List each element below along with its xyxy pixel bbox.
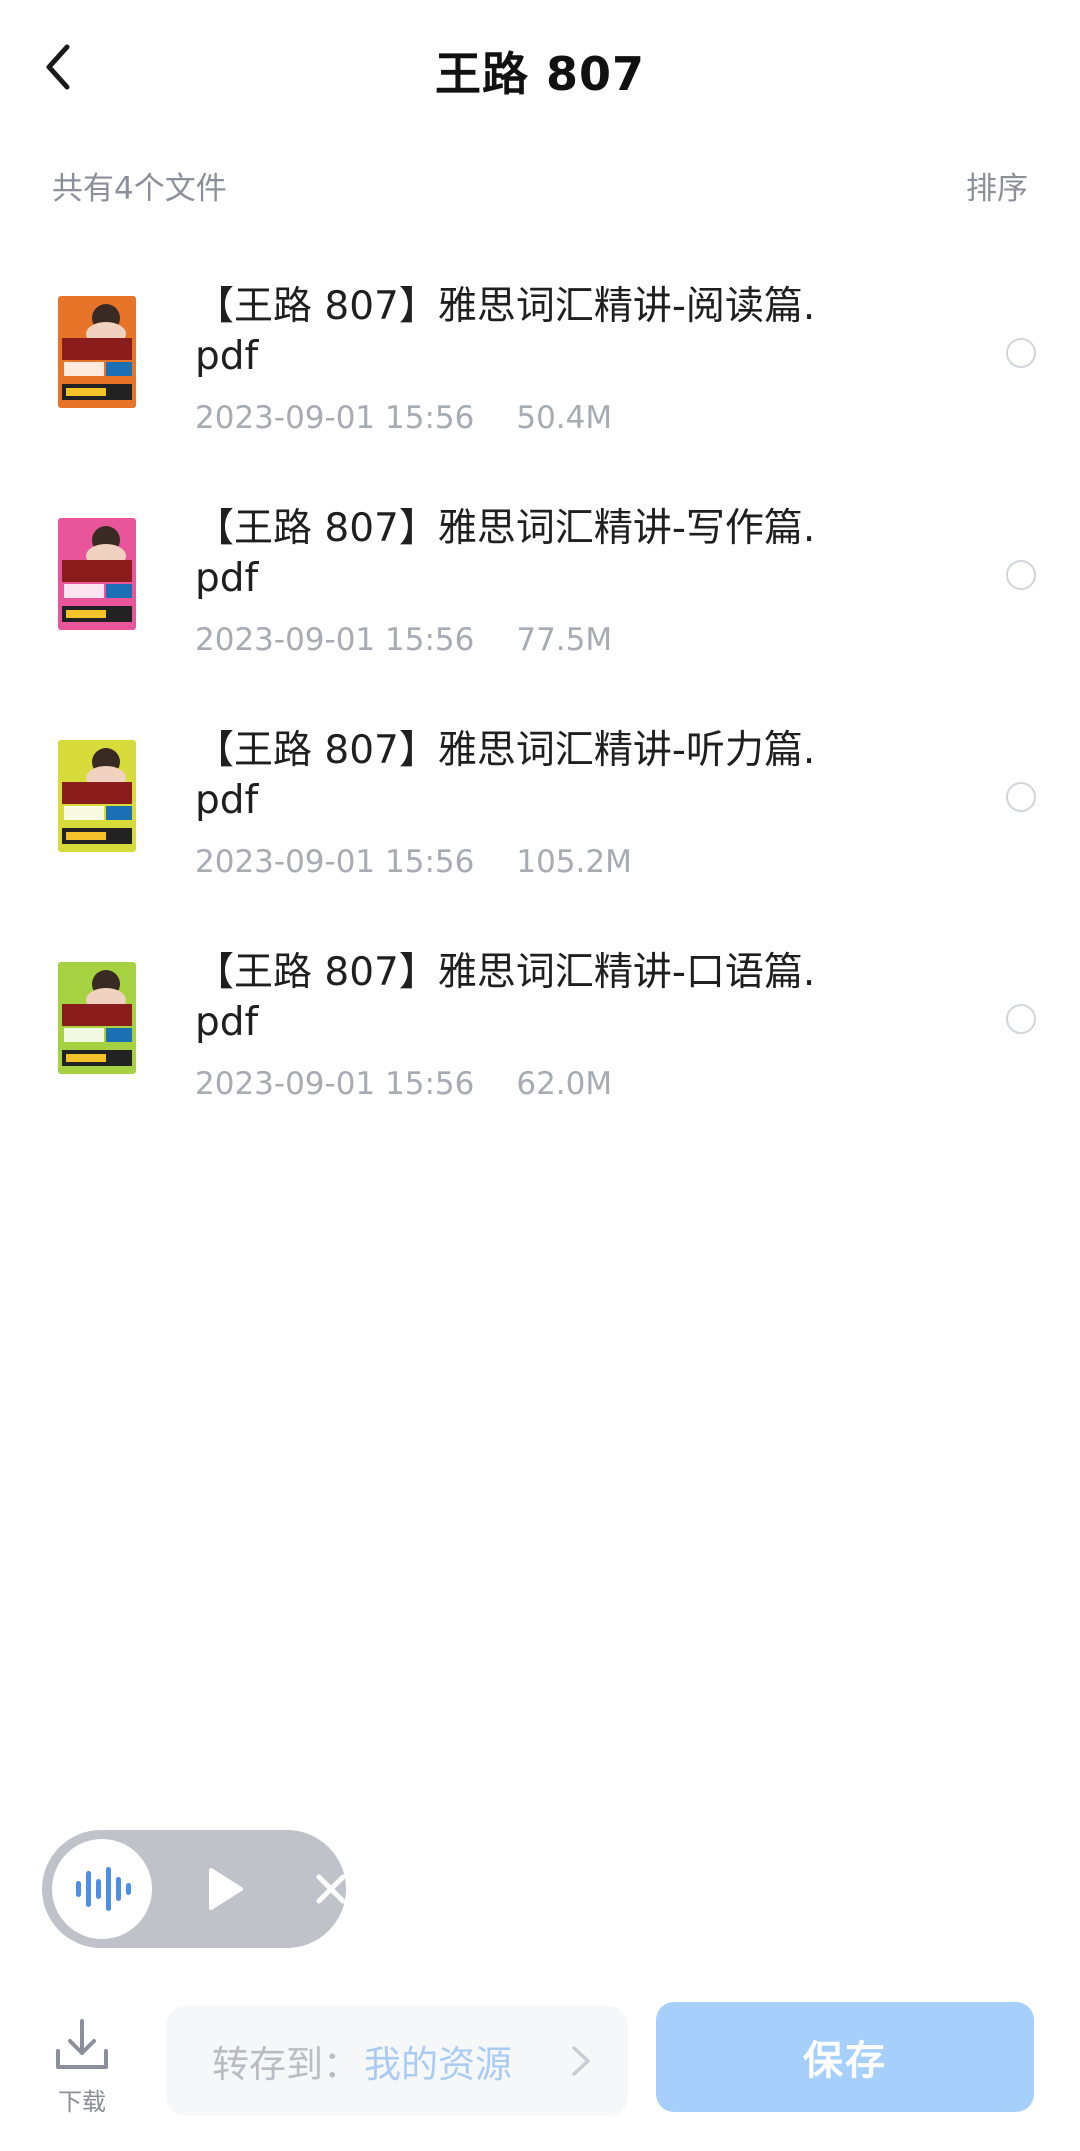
summary-row: 共有4个文件 排序 (52, 160, 1028, 210)
chevron-right-icon (572, 2046, 590, 2076)
file-size: 50.4M (516, 400, 613, 436)
file-size: 77.5M (516, 622, 613, 658)
radio-unchecked-icon[interactable] (1006, 560, 1036, 590)
file-item[interactable]: 【王路 807】雅思词汇精讲-听力篇.pdf 2023-09-01 15:56 1… (0, 704, 1080, 926)
file-meta: 2023-09-01 15:56 50.4M (195, 400, 612, 436)
download-icon (56, 2019, 108, 2069)
header: 王路 807 (0, 0, 1080, 140)
play-button[interactable] (200, 1864, 250, 1914)
audio-wave-button[interactable] (52, 1839, 152, 1939)
file-date: 2023-09-01 15:56 (195, 400, 475, 436)
radio-unchecked-icon[interactable] (1006, 338, 1036, 368)
file-name: 【王路 807】雅思词汇精讲-阅读篇.pdf (195, 284, 816, 379)
file-thumbnail (58, 962, 136, 1074)
close-icon (316, 1874, 346, 1904)
save-to-label: 转存到： (212, 2043, 360, 2086)
file-meta: 2023-09-01 15:56 62.0M (195, 1066, 612, 1102)
file-thumbnail (58, 518, 136, 630)
sort-button[interactable]: 排序 (966, 163, 1028, 208)
close-button[interactable] (310, 1868, 352, 1910)
save-button[interactable]: 保存 (656, 2002, 1034, 2112)
file-item[interactable]: 【王路 807】雅思词汇精讲-口语篇.pdf 2023-09-01 15:56 6… (0, 926, 1080, 1148)
audio-player-pill (42, 1830, 346, 1948)
bottom-bar: 下载 转存到： 我的资源 保存 (0, 2000, 1080, 2151)
file-thumbnail (58, 296, 136, 408)
file-date: 2023-09-01 15:56 (195, 1066, 475, 1102)
audio-wave-icon (76, 1867, 131, 1911)
file-item[interactable]: 【王路 807】雅思词汇精讲-写作篇.pdf 2023-09-01 15:56 7… (0, 482, 1080, 704)
file-meta: 2023-09-01 15:56 77.5M (195, 622, 612, 658)
file-size: 62.0M (516, 1066, 613, 1102)
page-title: 王路 807 (434, 47, 646, 101)
file-date: 2023-09-01 15:56 (195, 622, 475, 658)
play-icon (209, 1868, 243, 1910)
radio-unchecked-icon[interactable] (1006, 1004, 1036, 1034)
file-name: 【王路 807】雅思词汇精讲-口语篇.pdf (195, 950, 816, 1045)
file-size: 105.2M (516, 844, 632, 880)
page: 王路 807 共有4个文件 排序 【王路 807】雅思词汇精讲-阅读篇.pdf (0, 0, 1080, 2151)
save-to-target: 我的资源 (364, 2043, 512, 2086)
file-count: 共有4个文件 (52, 170, 227, 207)
download-label: 下载 (58, 2088, 106, 2116)
file-name: 【王路 807】雅思词汇精讲-听力篇.pdf (195, 728, 816, 823)
save-to-selector[interactable]: 转存到： 我的资源 (166, 2006, 628, 2116)
file-date: 2023-09-01 15:56 (195, 844, 475, 880)
radio-unchecked-icon[interactable] (1006, 782, 1036, 812)
file-meta: 2023-09-01 15:56 105.2M (195, 844, 632, 880)
file-item[interactable]: 【王路 807】雅思词汇精讲-阅读篇.pdf 2023-09-01 15:56 5… (0, 260, 1080, 482)
file-thumbnail (58, 740, 136, 852)
file-name: 【王路 807】雅思词汇精讲-写作篇.pdf (195, 506, 816, 601)
file-list: 【王路 807】雅思词汇精讲-阅读篇.pdf 2023-09-01 15:56 5… (0, 260, 1080, 1148)
download-button[interactable]: 下载 (44, 2012, 120, 2122)
